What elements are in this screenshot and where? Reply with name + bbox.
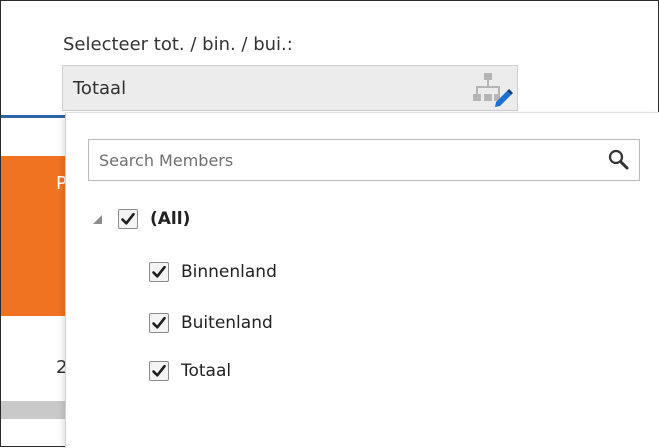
- tree-row-buitenland[interactable]: Buitenland: [149, 310, 273, 336]
- tree-row-totaal[interactable]: Totaal: [149, 358, 231, 384]
- checkbox-all[interactable]: [118, 209, 138, 229]
- checkbox-buitenland[interactable]: [149, 313, 169, 333]
- search-icon[interactable]: [607, 148, 631, 172]
- hierarchy-edit-icon[interactable]: [466, 70, 514, 110]
- member-dropdown: (All) Binnenland Buitenland: [65, 112, 659, 448]
- tree-label-totaal: Totaal: [181, 361, 232, 381]
- checkbox-totaal[interactable]: [149, 361, 169, 381]
- search-box: [88, 139, 640, 181]
- window-frame: P 2 Selecteer tot. / bin. / bui.: Totaal: [0, 0, 659, 448]
- member-selector[interactable]: Totaal: [62, 65, 518, 111]
- checkbox-binnenland[interactable]: [149, 262, 169, 282]
- checkmark-icon: [152, 364, 166, 377]
- search-input[interactable]: [89, 140, 589, 180]
- checkmark-icon: [152, 316, 166, 329]
- tree-row-binnenland[interactable]: Binnenland: [149, 259, 277, 285]
- report-grey-bar: [1, 401, 65, 419]
- checkmark-icon: [152, 265, 166, 278]
- tree-label-buitenland: Buitenland: [181, 313, 273, 333]
- tree-row-all[interactable]: (All): [90, 206, 190, 232]
- triangle-expanded-icon[interactable]: [90, 211, 106, 227]
- tree-label-all: (All): [150, 209, 191, 229]
- tree-label-binnenland: Binnenland: [181, 262, 277, 282]
- selector-label: Selecteer tot. / bin. / bui.:: [63, 34, 293, 55]
- report-header-line: [1, 115, 65, 118]
- checkmark-icon: [121, 212, 135, 225]
- selector-value: Totaal: [73, 78, 127, 99]
